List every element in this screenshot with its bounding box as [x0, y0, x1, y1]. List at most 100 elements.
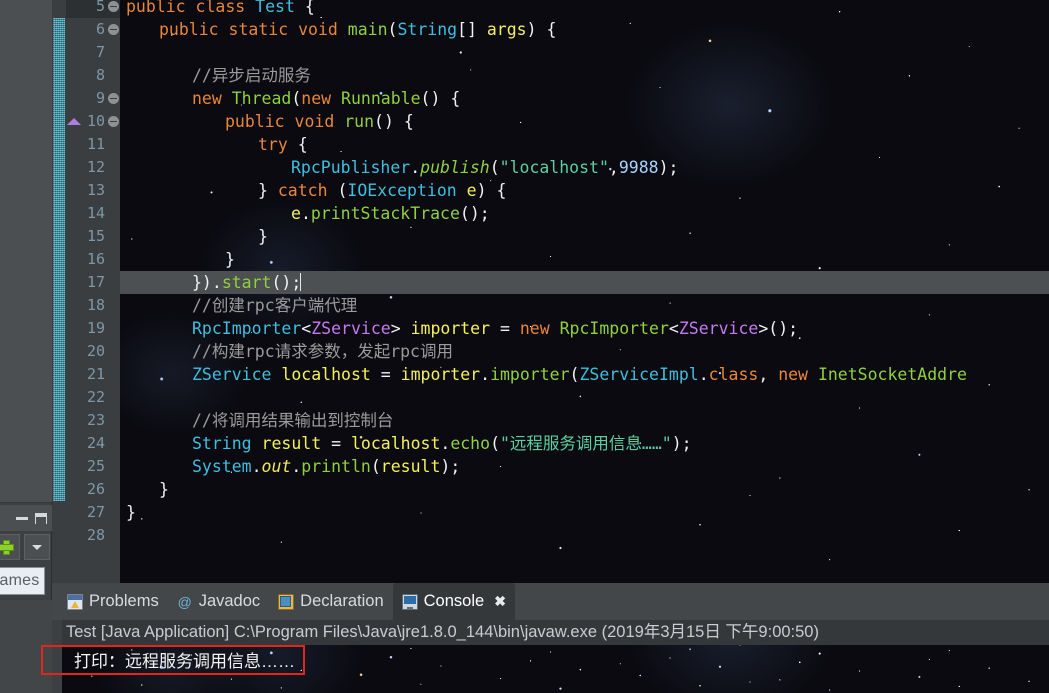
- code-line[interactable]: String result = localhost.echo("远程服务调用信息…: [120, 432, 1049, 455]
- gutter-row[interactable]: 22: [66, 386, 120, 409]
- code-token: public: [225, 112, 295, 131]
- code-line[interactable]: public void run() {: [120, 110, 1049, 133]
- tab-console[interactable]: Console ✖: [392, 583, 515, 620]
- gutter-row[interactable]: 17: [66, 271, 120, 294]
- gutter-row[interactable]: 19: [66, 317, 120, 340]
- code-line[interactable]: public class Test {: [120, 0, 1049, 18]
- tab-problems[interactable]: Problems: [58, 583, 168, 620]
- gutter-row[interactable]: 25: [66, 455, 120, 478]
- left-panel-window-buttons[interactable]: [0, 505, 52, 531]
- code-line[interactable]: [120, 524, 1049, 547]
- console-text-wrapper[interactable]: Test [Java Application] C:\Program Files…: [62, 620, 1049, 693]
- code-token: (: [370, 457, 381, 476]
- code-line[interactable]: //构建rpc请求参数，发起rpc调用: [120, 340, 1049, 363]
- code-line[interactable]: new Thread(new Runnable() {: [120, 87, 1049, 110]
- line-number: 20: [86, 342, 105, 360]
- gutter-row[interactable]: 13: [66, 179, 120, 202]
- code-lines[interactable]: public class Test {public static void ma…: [120, 0, 1049, 583]
- gutter-row[interactable]: 7: [66, 41, 120, 64]
- code-token: echo: [450, 434, 491, 453]
- view-tab-bar[interactable]: Problems @ Javadoc Declaration Console ✖: [52, 583, 1049, 620]
- code-line-current[interactable]: }).start();: [120, 271, 1049, 294]
- code-token: }: [159, 480, 169, 499]
- code-token: ) {: [526, 20, 557, 39]
- code-line[interactable]: //将调用结果输出到控制台: [120, 409, 1049, 432]
- code-token: (: [490, 434, 500, 453]
- code-line[interactable]: public static void main(String[] args) {: [120, 18, 1049, 41]
- code-fold-collapse-icon[interactable]: [108, 1, 119, 12]
- gutter-row[interactable]: 12: [66, 156, 120, 179]
- code-line[interactable]: }: [120, 478, 1049, 501]
- gutter-row[interactable]: 10: [66, 110, 120, 133]
- tab-console-label: Console: [423, 592, 485, 610]
- code-line[interactable]: [120, 41, 1049, 64]
- code-line[interactable]: RpcPublisher.publish("localhost",9988);: [120, 156, 1049, 179]
- gutter-row[interactable]: 21: [66, 363, 120, 386]
- code-line[interactable]: System.out.println(result);: [120, 455, 1049, 478]
- gutter-row[interactable]: 18: [66, 294, 120, 317]
- gutter-row[interactable]: 23: [66, 409, 120, 432]
- gutter-row[interactable]: 16: [66, 248, 120, 271]
- code-line[interactable]: //异步启动服务: [120, 64, 1049, 87]
- gutter-row[interactable]: 9: [66, 87, 120, 110]
- editor-line-number-gutter[interactable]: 5 6 7 8 9 10 11 12 13 14 15 16 17 18 19 20 21 22 23 24 25 26 2…: [66, 0, 120, 583]
- line-number: 12: [86, 158, 105, 176]
- code-fold-collapse-icon[interactable]: [108, 24, 119, 35]
- line-number: 17: [86, 273, 105, 291]
- code-token: rpc: [244, 342, 275, 361]
- left-panel-toolbar[interactable]: [0, 534, 52, 560]
- code-text-surface[interactable]: public class Test {public static void ma…: [120, 0, 1049, 583]
- gutter-row[interactable]: 14: [66, 202, 120, 225]
- code-fold-collapse-icon[interactable]: [108, 116, 119, 127]
- gutter-row[interactable]: 24: [66, 432, 120, 455]
- bottom-view-stack[interactable]: Problems @ Javadoc Declaration Console ✖…: [52, 583, 1049, 693]
- editor-scrollbar-thumb[interactable]: [53, 18, 65, 501]
- code-token: void: [294, 112, 345, 131]
- code-token: () {: [374, 112, 414, 131]
- line-number: 25: [86, 457, 105, 475]
- code-line[interactable]: }: [120, 248, 1049, 271]
- gutter-row[interactable]: 11: [66, 133, 120, 156]
- code-token: //创建: [192, 296, 245, 315]
- code-line[interactable]: }: [120, 225, 1049, 248]
- code-line[interactable]: try {: [120, 133, 1049, 156]
- gutter-row[interactable]: 28: [66, 524, 120, 547]
- gutter-row[interactable]: 20: [66, 340, 120, 363]
- console-output-area[interactable]: Test [Java Application] C:\Program Files…: [52, 620, 1049, 693]
- code-token: void: [298, 20, 348, 39]
- close-icon[interactable]: ✖: [494, 593, 506, 610]
- gutter-row[interactable]: 8: [66, 64, 120, 87]
- code-fold-collapse-icon[interactable]: [108, 93, 119, 104]
- tab-javadoc[interactable]: @ Javadoc: [168, 583, 269, 620]
- gutter-row[interactable]: 26: [66, 478, 120, 501]
- code-editor[interactable]: 5 6 7 8 9 10 11 12 13 14 15 16 17 18 19 20 21 22 23 24 25 26 2…: [52, 0, 1049, 583]
- gutter-row[interactable]: 6: [66, 18, 120, 41]
- code-line[interactable]: } catch (IOException e) {: [120, 179, 1049, 202]
- gutter-row[interactable]: 27: [66, 501, 120, 524]
- code-token: result: [380, 457, 441, 476]
- tab-problems-label: Problems: [89, 592, 159, 610]
- gutter-row[interactable]: 15: [66, 225, 120, 248]
- problems-icon: [67, 593, 83, 610]
- view-menu-button[interactable]: [24, 534, 50, 560]
- code-token: .: [698, 365, 709, 384]
- gutter-row[interactable]: 5: [66, 0, 120, 18]
- code-token: .: [300, 204, 311, 223]
- editor-annotation-overview-ruler[interactable]: [52, 0, 66, 583]
- left-side-panel[interactable]: ames: [0, 0, 52, 600]
- code-line[interactable]: [120, 386, 1049, 409]
- maximize-icon[interactable]: [35, 512, 47, 525]
- minimize-icon[interactable]: [16, 516, 28, 520]
- add-button[interactable]: [0, 534, 20, 560]
- line-number: 14: [86, 204, 105, 222]
- code-token: args: [486, 20, 527, 39]
- code-token: Test: [255, 0, 295, 16]
- code-line[interactable]: ZService localhost = importer.importer(Z…: [120, 363, 1049, 386]
- line-number: 21: [86, 365, 105, 383]
- code-line[interactable]: }: [120, 501, 1049, 524]
- code-line[interactable]: RpcImporter<ZService> importer = new Rpc…: [120, 317, 1049, 340]
- tab-declaration[interactable]: Declaration: [269, 583, 392, 620]
- code-line[interactable]: //创建rpc客户端代理: [120, 294, 1049, 317]
- code-line[interactable]: e.printStackTrace();: [120, 202, 1049, 225]
